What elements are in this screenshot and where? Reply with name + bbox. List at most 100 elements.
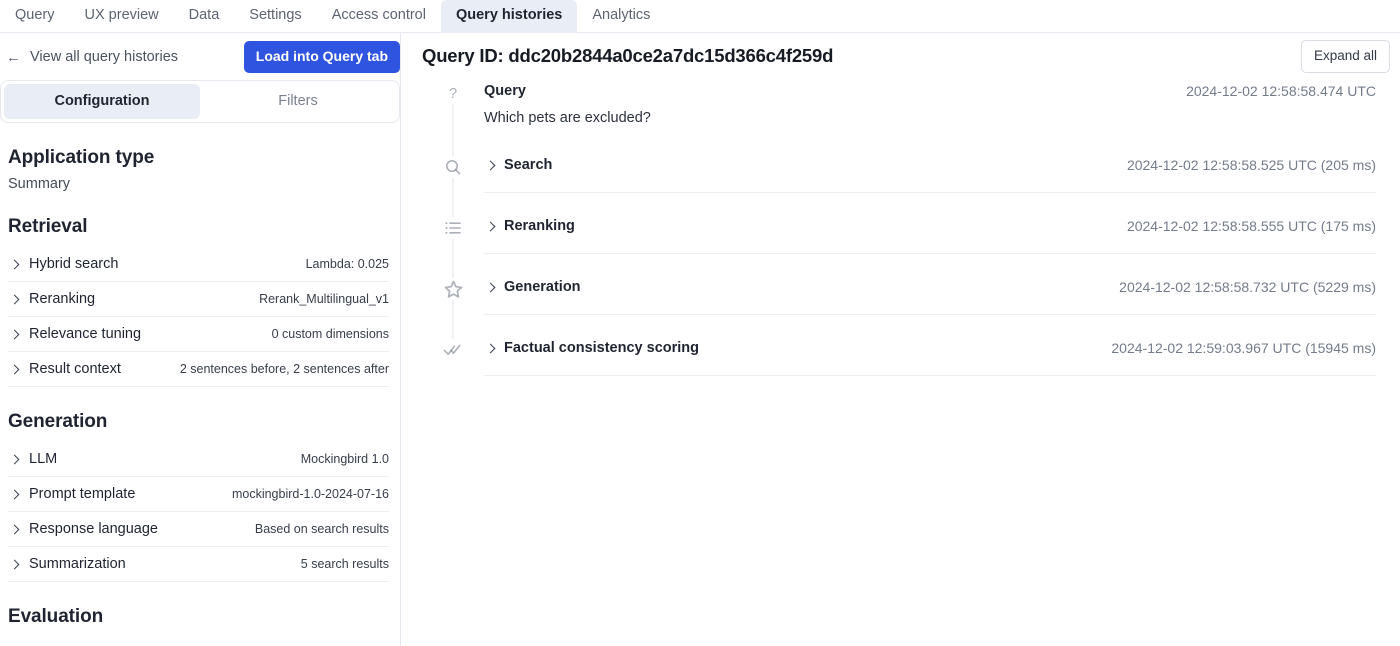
timeline-item-timestamp: 2024-12-02 12:59:03.967 UTC (15945 ms) <box>1111 340 1376 356</box>
config-row[interactable]: LLM Mockingbird 1.0 <box>8 442 389 477</box>
config-row-value: 0 custom dimensions <box>271 327 389 341</box>
sidebar-sections: Application type Summary Retrieval Hybrid s… <box>0 123 400 646</box>
timeline-item-body-wrap: Query 2024-12-02 12:58:58.474 UTC Which pe… <box>484 80 1376 154</box>
timeline-item-toggle[interactable]: Reranking <box>484 217 575 236</box>
timeline-item-body-wrap: Generation 2024-12-02 12:58:58.732 UTC (5… <box>484 276 1376 337</box>
detail-header: Query ID: ddc20b2844a0ce2a7dc15d366c4f25… <box>401 33 1400 80</box>
star-icon <box>442 278 464 300</box>
section-rows: Factual consistencyEnabled <box>0 628 400 646</box>
timeline-item-header[interactable]: Search 2024-12-02 12:58:58.525 UTC (205 m… <box>484 154 1376 175</box>
chevron-right-icon <box>487 161 496 170</box>
sidebar-tab-configuration[interactable]: Configuration <box>4 84 200 119</box>
expand-all-button[interactable]: Expand all <box>1300 39 1390 73</box>
chevron-right-icon <box>11 490 20 499</box>
config-row[interactable]: Summarization 5 search results <box>8 547 389 582</box>
nav-tab-query-histories[interactable]: Query histories <box>440 0 578 33</box>
chevron-right-icon <box>11 260 20 269</box>
timeline-item-header[interactable]: Factual consistency scoring 2024-12-02 12… <box>484 337 1376 358</box>
section-rows: Hybrid search Lambda: 0.025 Reranking Reran… <box>0 238 400 387</box>
double-check-icon <box>442 339 464 361</box>
timeline-gutter: ? <box>422 80 484 158</box>
query-detail-panel: Query ID: ddc20b2844a0ce2a7dc15d366c4f25… <box>401 33 1400 646</box>
timeline-item-title: Generation <box>504 279 581 295</box>
timeline-gutter <box>422 215 484 280</box>
config-row-label: Prompt template <box>29 486 136 502</box>
config-row-label: Relevance tuning <box>29 326 142 342</box>
nav-tab-query[interactable]: Query <box>0 0 70 33</box>
chevron-right-icon <box>11 295 20 304</box>
section-heading: Application type <box>8 147 155 168</box>
arrow-left-icon: ← <box>6 48 21 66</box>
nav-tab-settings[interactable]: Settings <box>234 0 316 33</box>
config-row[interactable]: Reranking Rerank_Multilingual_v1 <box>8 282 389 317</box>
config-row-label: Result context <box>29 361 121 377</box>
view-all-query-histories-link[interactable]: ← View all query histories <box>0 49 178 65</box>
timeline-item-header[interactable]: Generation 2024-12-02 12:58:58.732 UTC (5… <box>484 276 1376 297</box>
section-heading: Retrieval <box>8 216 88 237</box>
config-row[interactable]: Result context 2 sentences before, 2 sent… <box>8 352 389 387</box>
config-row-left: LLM <box>8 451 57 467</box>
timeline-connector-line <box>452 104 454 158</box>
timeline-item: Generation 2024-12-02 12:58:58.732 UTC (5… <box>422 276 1376 341</box>
config-row[interactable]: Response language Based on search results <box>8 512 389 547</box>
section-subtitle: Summary <box>8 176 71 192</box>
chevron-right-icon <box>487 344 496 353</box>
timeline-item: Factual consistency scoring 2024-12-02 12… <box>422 337 1376 398</box>
timeline-divider <box>484 192 1376 193</box>
config-row[interactable]: Relevance tuning 0 custom dimensions <box>8 317 389 352</box>
timeline-item-toggle[interactable]: Factual consistency scoring <box>484 339 699 358</box>
timeline-item-body-wrap: Factual consistency scoring 2024-12-02 12… <box>484 337 1376 398</box>
timeline-item-header: Query 2024-12-02 12:58:58.474 UTC <box>484 80 1376 101</box>
search-icon <box>442 156 464 178</box>
timeline-divider <box>484 253 1376 254</box>
config-row-left: Result context <box>8 361 121 377</box>
back-link-label: View all query histories <box>30 49 179 65</box>
timeline-item-toggle: Query <box>484 82 526 101</box>
timeline-divider <box>484 314 1376 315</box>
top-navigation-bar: Query UX preview Data Settings Access contro… <box>0 0 1400 33</box>
timeline-item-title: Query <box>484 83 526 99</box>
chevron-right-icon <box>487 283 496 292</box>
timeline-item-timestamp: 2024-12-02 12:58:58.525 UTC (205 ms) <box>1126 157 1376 173</box>
config-row-label: Hybrid search <box>29 256 119 272</box>
timeline-item-body-wrap: Search 2024-12-02 12:58:58.525 UTC (205 m… <box>484 154 1376 215</box>
section-rows: LLM Mockingbird 1.0 Prompt template mocking… <box>0 433 400 582</box>
timeline-item: Reranking 2024-12-02 12:58:58.555 UTC (17… <box>422 215 1376 280</box>
timeline-item-timestamp: 2024-12-02 12:58:58.555 UTC (175 ms) <box>1126 218 1376 234</box>
nav-tab-access-control[interactable]: Access control <box>317 0 441 33</box>
timeline-connector-line <box>452 178 454 219</box>
sidebar-segmented-control: Configuration Filters <box>0 80 400 123</box>
timeline-item-header[interactable]: Reranking 2024-12-02 12:58:58.555 UTC (17… <box>484 215 1376 236</box>
timeline-item: ? Query 2024-12-02 12:58:58.474 UTC Which p… <box>422 80 1376 158</box>
config-row-label: Reranking <box>29 291 96 307</box>
config-row[interactable]: Factual consistencyEnabled <box>8 637 389 646</box>
config-row-value: Based on search results <box>254 522 389 536</box>
sidebar-tab-filters[interactable]: Filters <box>200 84 396 119</box>
section-heading: Evaluation <box>8 606 104 627</box>
timeline-item-body-wrap: Reranking 2024-12-02 12:58:58.555 UTC (17… <box>484 215 1376 276</box>
config-row[interactable]: Hybrid search Lambda: 0.025 <box>8 247 389 282</box>
config-row-left: Prompt template <box>8 486 135 502</box>
timeline-item-toggle[interactable]: Generation <box>484 278 581 297</box>
section-heading: Generation <box>8 411 108 432</box>
sidebar-header: ← View all query histories Load into Que… <box>0 33 400 80</box>
nav-tab-ux-preview[interactable]: UX preview <box>70 0 174 33</box>
config-row-label: Summarization <box>29 556 126 572</box>
timeline-item-toggle[interactable]: Search <box>484 156 552 175</box>
nav-tab-data[interactable]: Data <box>174 0 235 33</box>
config-row-value: 2 sentences before, 2 sentences after <box>179 362 389 376</box>
chevron-right-icon <box>487 222 496 231</box>
nav-tab-analytics[interactable]: Analytics <box>577 0 665 33</box>
config-row[interactable]: Prompt template mockingbird-1.0-2024-07-1… <box>8 477 389 512</box>
config-row-left: Hybrid search <box>8 256 118 272</box>
chevron-right-icon <box>11 330 20 339</box>
config-row-left: Summarization <box>8 556 126 572</box>
configuration-sidebar: ← View all query histories Load into Que… <box>0 33 401 646</box>
question-mark-icon: ? <box>442 82 464 104</box>
config-row-value: Mockingbird 1.0 <box>300 452 389 466</box>
config-row-left: Reranking <box>8 291 95 307</box>
timeline-item-title: Reranking <box>504 218 575 234</box>
timeline-item-title: Factual consistency scoring <box>504 340 700 356</box>
load-into-query-tab-button[interactable]: Load into Query tab <box>243 41 400 73</box>
chevron-right-icon <box>11 560 20 569</box>
